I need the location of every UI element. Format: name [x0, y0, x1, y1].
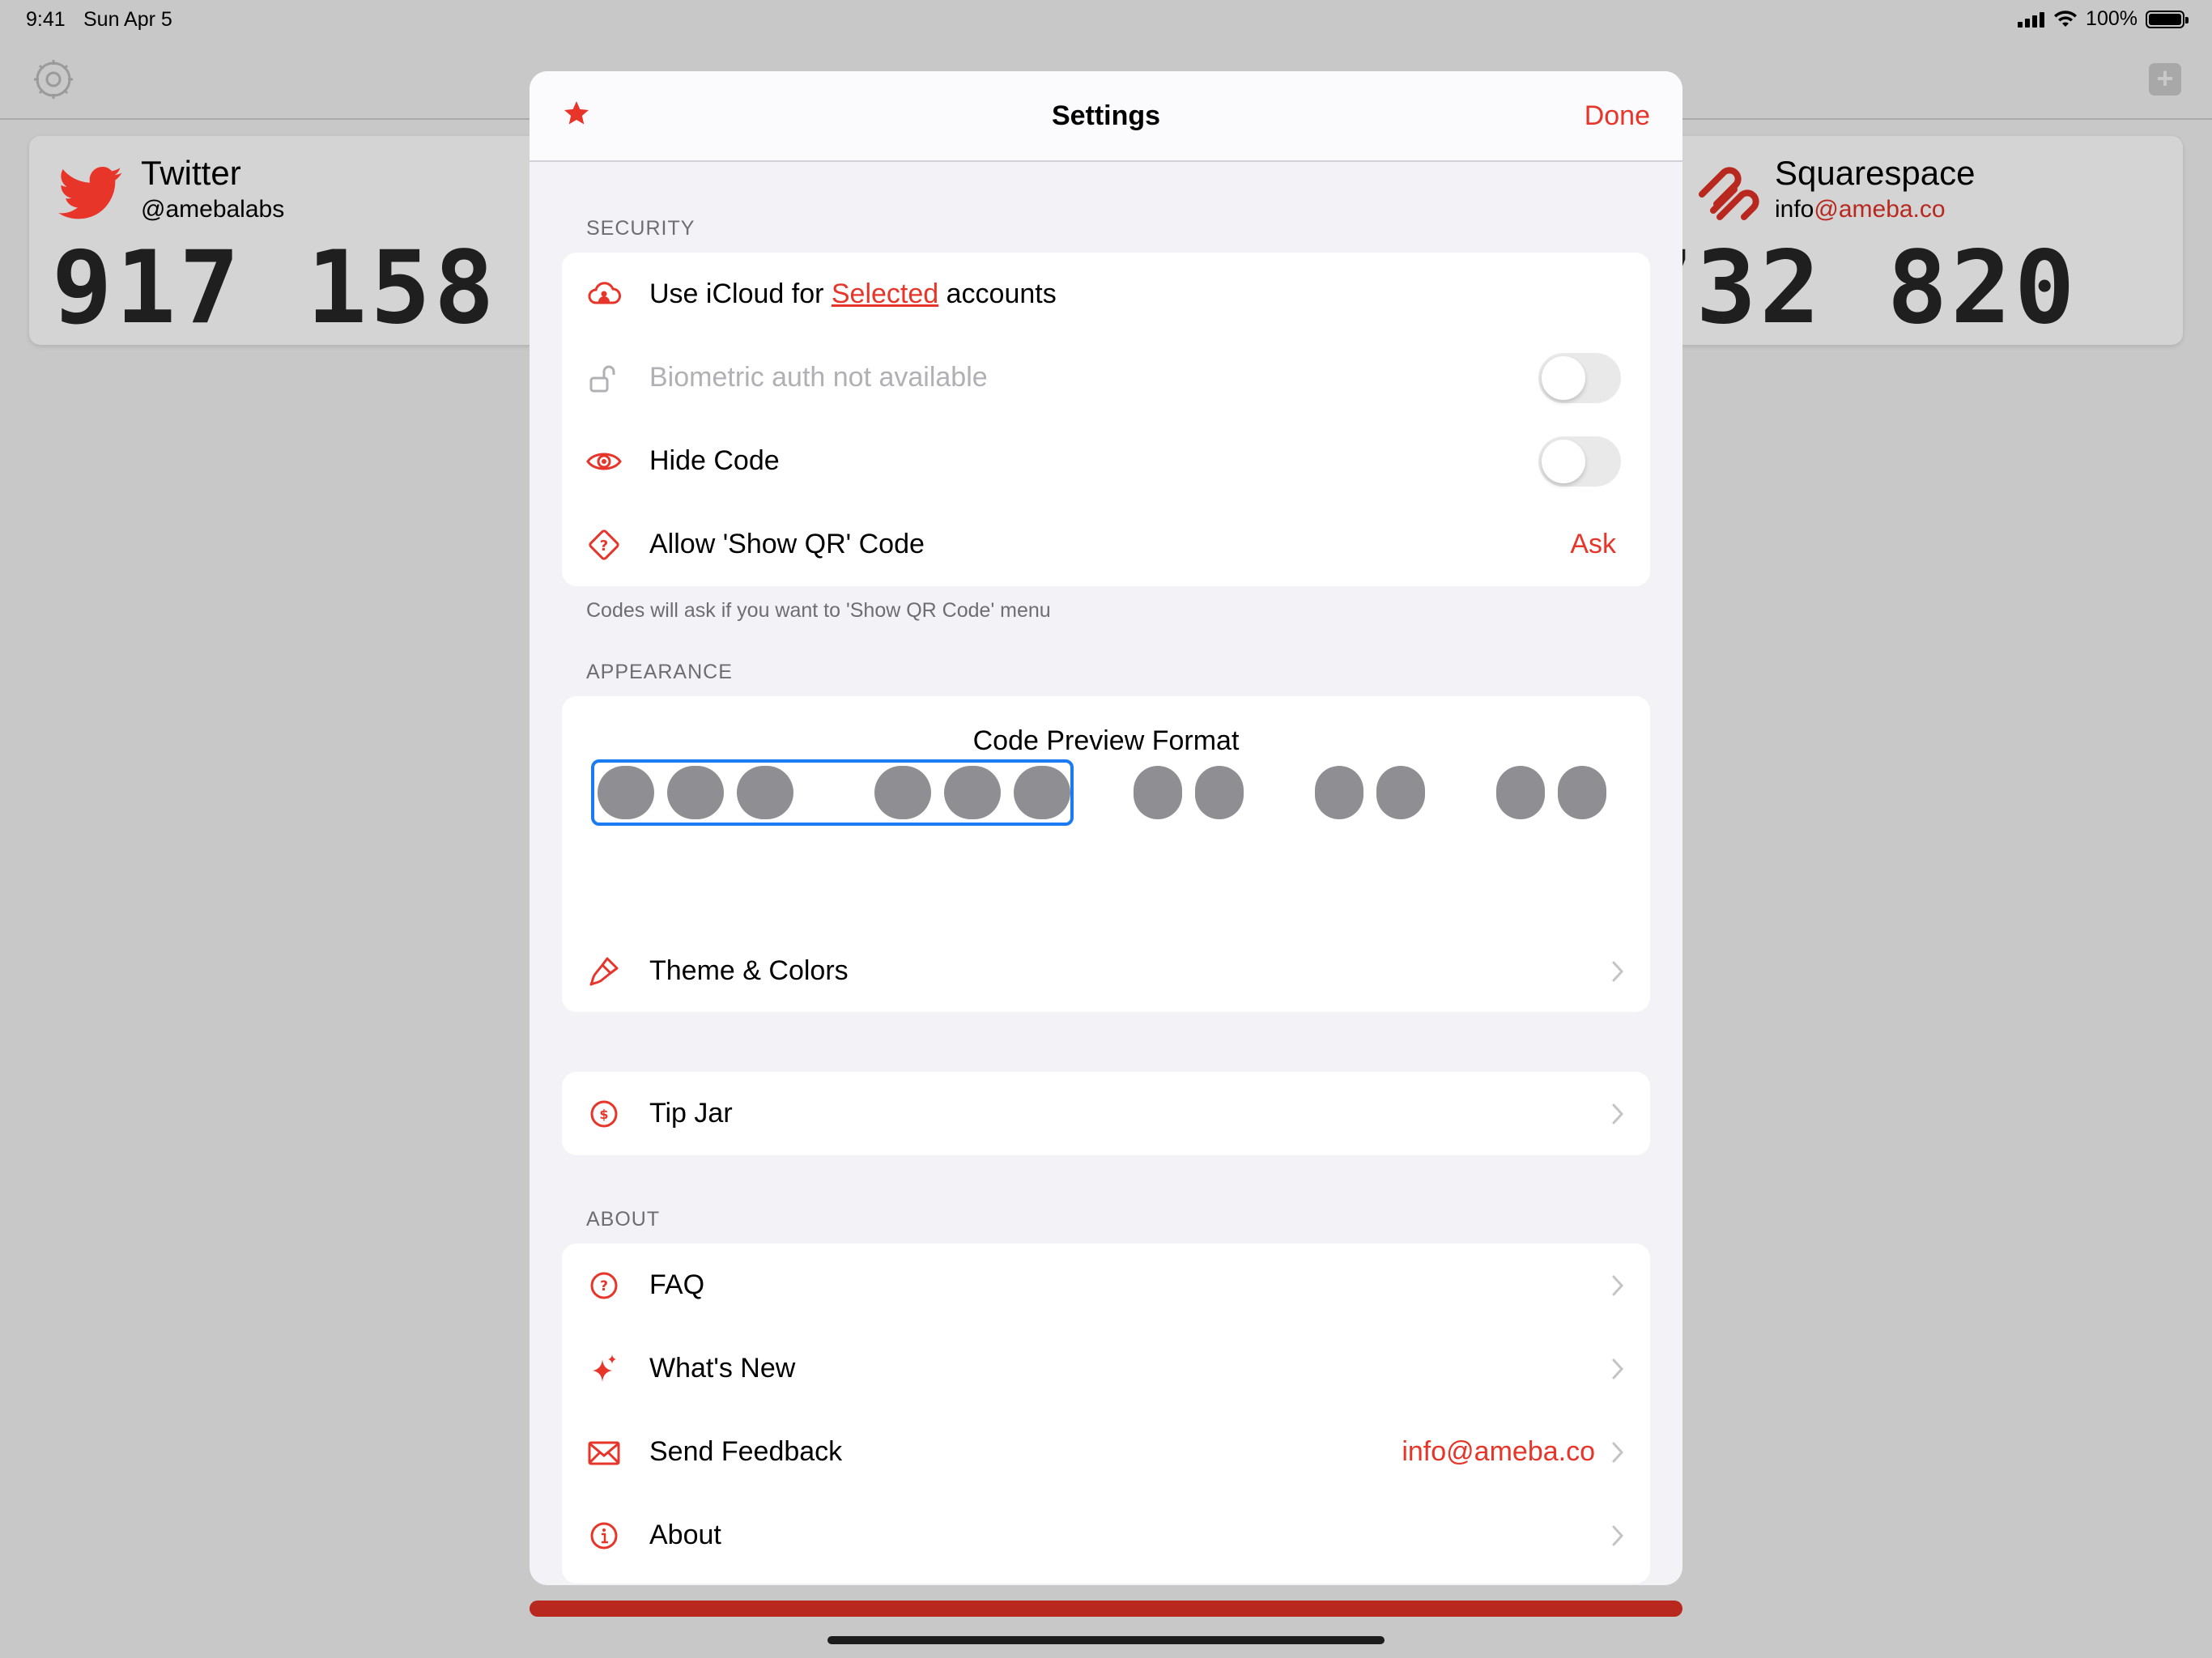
account-card-twitter[interactable]: Twitter @amebalabs 917 158	[29, 136, 596, 345]
home-indicator[interactable]	[827, 1636, 1385, 1644]
gear-icon[interactable]	[32, 58, 74, 100]
security-footer: Codes will ask if you want to 'Show QR C…	[586, 599, 1051, 622]
feedback-email: info@ameba.co	[1402, 1436, 1595, 1467]
code-preview-format-title: Code Preview Format	[972, 725, 1240, 756]
status-indicators: 100%	[2018, 7, 2189, 31]
status-bar: 9:41 Sun Apr 5 100%	[0, 0, 2212, 39]
background-red-bar	[530, 1601, 1682, 1617]
section-header-appearance: APPEARANCE	[586, 661, 733, 683]
show-qr-row[interactable]: ? Allow 'Show QR' Code Ask	[562, 503, 1650, 586]
faq-row[interactable]: ? FAQ	[562, 1244, 1650, 1327]
tip-jar-group: $ Tip Jar	[562, 1072, 1650, 1155]
about-group: ? FAQ What's New Send Feedback info@ameb…	[562, 1244, 1650, 1584]
unlocked-padlock-icon	[586, 360, 622, 396]
account-name: Squarespace	[1775, 154, 1976, 192]
done-button[interactable]: Done	[1585, 100, 1650, 132]
account-code[interactable]: 917 158	[52, 230, 498, 345]
security-group: Use iCloud for Selected accounts Biometr…	[562, 253, 1650, 586]
theme-colors-label: Theme & Colors	[649, 955, 849, 986]
format-option-2[interactable]	[1496, 759, 1606, 826]
biometric-row: Biometric auth not available	[562, 336, 1650, 419]
eye-icon	[586, 444, 622, 479]
biometric-label: Biometric auth not available	[649, 362, 988, 393]
chevron-right-icon	[1612, 961, 1624, 981]
dollar-circle-icon: $	[586, 1096, 622, 1132]
tip-jar-row[interactable]: $ Tip Jar	[562, 1072, 1650, 1155]
hide-code-label: Hide Code	[649, 445, 780, 476]
chevron-right-icon	[1612, 1442, 1624, 1462]
add-account-button[interactable]: +	[2149, 63, 2181, 96]
svg-text:?: ?	[600, 538, 608, 555]
send-feedback-row[interactable]: Send Feedback info@ameba.co	[562, 1410, 1650, 1494]
section-header-about: ABOUT	[586, 1208, 661, 1231]
account-card-squarespace[interactable]: Squarespace info@ameba.co 732 820	[1636, 136, 2183, 345]
account-name: Twitter	[141, 154, 241, 192]
faq-label: FAQ	[649, 1269, 705, 1300]
status-date: Sun Apr 5	[83, 8, 172, 31]
account-handle: info@ameba.co	[1775, 196, 1946, 223]
svg-text:?: ?	[600, 1278, 608, 1295]
show-qr-value[interactable]: Ask	[1570, 529, 1616, 560]
battery-percent: 100%	[2086, 7, 2138, 30]
hide-code-row[interactable]: Hide Code	[562, 419, 1650, 503]
info-circle-icon	[586, 1518, 622, 1554]
battery-icon	[2146, 10, 2189, 28]
hide-code-toggle[interactable]	[1538, 436, 1621, 487]
format-option-3-3[interactable]	[591, 759, 1074, 826]
icloud-icon	[586, 277, 622, 312]
tip-jar-label: Tip Jar	[649, 1098, 733, 1129]
show-qr-label: Allow 'Show QR' Code	[649, 529, 925, 559]
chevron-right-icon	[1612, 1525, 1624, 1545]
icloud-label: Use iCloud for Selected accounts	[649, 278, 1057, 309]
qr-question-diamond-icon: ?	[586, 527, 622, 563]
cellular-signal-icon	[2018, 11, 2045, 28]
appearance-group: Code Preview Format Theme & Colors	[562, 696, 1650, 1012]
about-row[interactable]: About	[562, 1494, 1650, 1577]
icloud-selected-link[interactable]: Selected	[832, 278, 938, 309]
chevron-right-icon	[1612, 1275, 1624, 1295]
theme-colors-row[interactable]: Theme & Colors	[562, 929, 1650, 1012]
send-feedback-label: Send Feedback	[649, 1436, 843, 1467]
modal-header: Settings Done	[530, 71, 1682, 162]
paintbrush-icon	[586, 954, 622, 989]
biometric-toggle	[1538, 352, 1621, 403]
format-option-2[interactable]	[1315, 759, 1425, 826]
about-label: About	[649, 1520, 721, 1550]
svg-text:$: $	[599, 1107, 608, 1122]
whats-new-row[interactable]: What's New	[562, 1327, 1650, 1410]
whats-new-label: What's New	[649, 1353, 796, 1384]
page-title: Settings	[1051, 100, 1161, 131]
settings-modal: Settings Done SECURITY Use iCloud for Se…	[530, 71, 1682, 1585]
format-option-2[interactable]	[1134, 759, 1244, 826]
account-handle: @amebalabs	[141, 196, 285, 223]
question-circle-icon: ?	[586, 1268, 622, 1303]
envelope-icon	[586, 1435, 622, 1470]
chevron-right-icon	[1612, 1103, 1624, 1124]
squarespace-icon	[1699, 167, 1759, 220]
status-time: 9:41	[26, 8, 66, 31]
wifi-icon	[2054, 10, 2078, 27]
twitter-bird-icon	[58, 167, 122, 219]
chevron-right-icon	[1612, 1358, 1624, 1379]
section-header-security: SECURITY	[586, 217, 696, 240]
sparkles-icon	[586, 1351, 622, 1387]
icloud-row[interactable]: Use iCloud for Selected accounts	[562, 253, 1650, 336]
account-code[interactable]: 732 820	[1636, 230, 2078, 345]
